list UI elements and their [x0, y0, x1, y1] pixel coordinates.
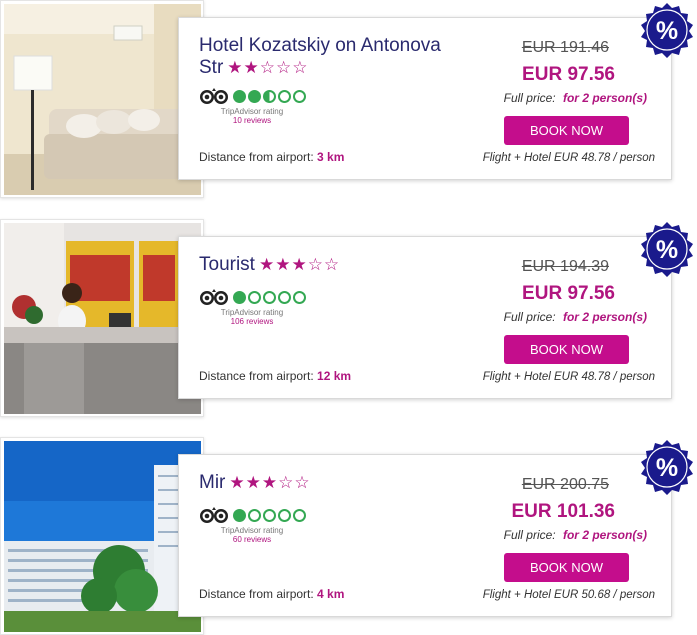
old-price: EUR 194.39 — [521, 258, 609, 275]
discount-badge-text: % — [656, 236, 678, 264]
airport-distance: Distance from airport: 12 km — [199, 369, 351, 383]
hotel-name[interactable]: Hotel Kozatskiy on Antonova Str ★★☆☆☆ — [199, 35, 469, 79]
rating-bubble-filled — [248, 90, 261, 103]
hotel-photo[interactable] — [0, 219, 204, 417]
tripadvisor-owl-icon — [200, 88, 228, 104]
rating-bubble-half — [263, 90, 276, 103]
distance-label: Distance from airport: — [199, 369, 314, 383]
distance-label: Distance from airport: — [199, 150, 314, 164]
rating-bubble-filled — [233, 509, 246, 522]
hotel-room-image — [4, 4, 201, 195]
rating-bubble-empty — [263, 509, 276, 522]
rating-bubble-empty — [248, 509, 261, 522]
discount-percent-icon: % — [641, 222, 693, 277]
star-rating: ★★☆☆☆ — [227, 58, 309, 77]
hotel-name[interactable]: Tourist ★★★☆☆ — [199, 254, 469, 276]
per-person-price: Flight + Hotel EUR 48.78 / person — [482, 371, 655, 383]
hotel-building-image — [4, 441, 201, 632]
rating-bubble-empty — [293, 90, 306, 103]
hotel-photo[interactable] — [0, 437, 204, 635]
distance-value: 12 km — [317, 369, 352, 383]
rating-bubble-empty — [278, 90, 291, 103]
hotel-listing: Hotel Kozatskiy on Antonova Str ★★☆☆☆ Tr… — [0, 0, 697, 200]
hotel-photo[interactable] — [0, 0, 204, 198]
full-price-label: Full price: — [503, 310, 556, 324]
hotel-card: Tourist ★★★☆☆ TripAdvisor rating 106 rev… — [178, 236, 672, 399]
hotel-card: Hotel Kozatskiy on Antonova Str ★★☆☆☆ Tr… — [178, 17, 672, 180]
rating-bubbles — [233, 291, 306, 304]
persons-count: for 2 person(s) — [562, 528, 647, 542]
review-count[interactable]: 60 reviews — [199, 535, 305, 544]
full-price-note: Full price: for 2 person(s) — [504, 91, 647, 105]
book-now-button[interactable]: BOOK NOW — [504, 335, 629, 364]
full-price-label: Full price: — [503, 528, 556, 542]
book-now-button[interactable]: BOOK NOW — [504, 553, 629, 582]
discount-badge-text: % — [656, 17, 678, 45]
per-person-price: Flight + Hotel EUR 50.68 / person — [482, 589, 655, 601]
airport-distance: Distance from airport: 4 km — [199, 587, 344, 601]
discount-percent-icon: % — [641, 3, 693, 58]
distance-value: 3 km — [317, 150, 345, 164]
tripadvisor-caption: TripAdvisor rating — [220, 107, 284, 116]
new-price: EUR 97.56 — [522, 64, 615, 85]
discount-percent-icon: % — [641, 440, 693, 495]
rating-bubble-empty — [248, 291, 261, 304]
old-price: EUR 200.75 — [521, 476, 609, 493]
full-price-note: Full price: for 2 person(s) — [504, 310, 647, 324]
tripadvisor-rating: TripAdvisor rating 60 reviews — [199, 507, 309, 544]
hotel-name-text[interactable]: Tourist — [199, 254, 255, 275]
star-rating: ★★★☆☆ — [229, 473, 311, 492]
hotel-listing: Mir ★★★☆☆ TripAdvisor rating 60 reviews … — [0, 437, 697, 635]
tripadvisor-caption: TripAdvisor rating — [220, 526, 284, 535]
rating-bubble-empty — [293, 291, 306, 304]
airport-distance: Distance from airport: 3 km — [199, 150, 344, 164]
old-price: EUR 191.46 — [521, 39, 609, 56]
rating-bubble-empty — [263, 291, 276, 304]
distance-label: Distance from airport: — [199, 587, 314, 601]
star-rating: ★★★☆☆ — [258, 255, 341, 274]
rating-bubbles — [233, 90, 306, 103]
tripadvisor-owl-icon — [200, 507, 228, 523]
per-person-price: Flight + Hotel EUR 48.78 / person — [482, 152, 655, 164]
persons-count: for 2 person(s) — [562, 91, 647, 105]
hotel-name[interactable]: Mir ★★★☆☆ — [199, 472, 469, 494]
distance-value: 4 km — [317, 587, 345, 601]
full-price-note: Full price: for 2 person(s) — [504, 528, 647, 542]
review-count[interactable]: 10 reviews — [199, 116, 305, 125]
hotel-name-text[interactable]: Mir — [199, 472, 225, 493]
tripadvisor-rating: TripAdvisor rating 10 reviews — [199, 88, 309, 125]
book-now-button[interactable]: BOOK NOW — [504, 116, 629, 145]
rating-bubble-empty — [293, 509, 306, 522]
rating-bubble-filled — [233, 291, 246, 304]
new-price: EUR 97.56 — [522, 283, 615, 304]
hotel-listing: Tourist ★★★☆☆ TripAdvisor rating 106 rev… — [0, 219, 697, 419]
tripadvisor-owl-icon — [200, 289, 228, 305]
hotel-card: Mir ★★★☆☆ TripAdvisor rating 60 reviews … — [178, 454, 672, 617]
discount-badge-text: % — [656, 454, 678, 482]
tripadvisor-rating: TripAdvisor rating 106 reviews — [199, 289, 309, 326]
rating-bubbles — [233, 509, 306, 522]
persons-count: for 2 person(s) — [562, 310, 647, 324]
rating-bubble-empty — [278, 509, 291, 522]
full-price-label: Full price: — [503, 91, 556, 105]
new-price: EUR 101.36 — [511, 501, 615, 522]
rating-bubble-empty — [278, 291, 291, 304]
rating-bubble-filled — [233, 90, 246, 103]
reception-image — [4, 223, 201, 414]
review-count[interactable]: 106 reviews — [199, 317, 305, 326]
tripadvisor-caption: TripAdvisor rating — [220, 308, 284, 317]
